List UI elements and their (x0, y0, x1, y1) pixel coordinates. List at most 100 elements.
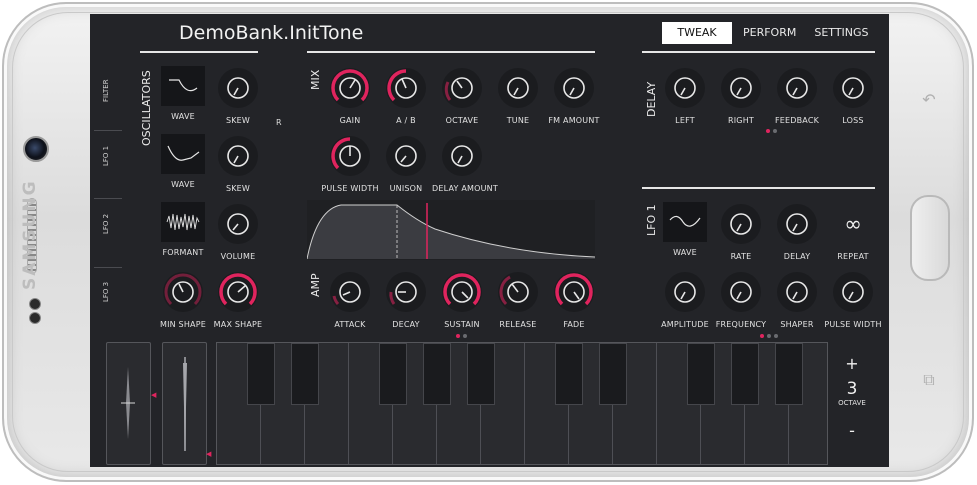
black-key[interactable] (775, 343, 803, 405)
black-key[interactable] (555, 343, 583, 405)
black-key[interactable] (379, 343, 407, 405)
formant-wave-icon (161, 202, 205, 242)
lfo1-delay-knob[interactable]: DELAY (767, 202, 827, 261)
ab-knob[interactable]: A / B (376, 66, 436, 125)
knob-icon (721, 68, 761, 108)
pulse-width-label: PULSE WIDTH (321, 184, 379, 193)
knob-icon (218, 272, 258, 312)
black-key[interactable] (247, 343, 275, 405)
light-sensor (29, 312, 41, 324)
osc2-wave[interactable]: WAVE (153, 134, 213, 189)
page-dot[interactable] (767, 334, 771, 338)
osc1-wave[interactable]: WAVE (153, 66, 213, 121)
fm-amount-label: FM AMOUNT (548, 116, 600, 125)
page-dot[interactable] (766, 129, 770, 133)
lfo1-shaper-knob[interactable]: SHAPER (767, 270, 827, 329)
lfo1-amplitude-knob[interactable]: AMPLITUDE (655, 270, 715, 329)
page-dot[interactable] (773, 129, 777, 133)
pulse-width-knob[interactable]: PULSE WIDTH (320, 134, 380, 193)
delay-page-dots[interactable] (766, 129, 777, 133)
lfo-page-dots[interactable] (760, 334, 778, 338)
black-key[interactable] (467, 343, 495, 405)
knob-icon (330, 68, 370, 108)
knob-icon (498, 272, 538, 312)
attack-knob[interactable]: ATTACK (320, 270, 380, 329)
delay-amount-knob[interactable]: DELAY AMOUNT (432, 134, 498, 193)
gain-knob[interactable]: GAIN (320, 66, 380, 125)
osc1-skew-knob[interactable]: SKEW (208, 66, 268, 125)
app-screen: DemoBank.InitTone TWEAK PERFORM SETTINGS… (90, 14, 889, 467)
side-tab-lfo2[interactable]: LFO 2 (102, 214, 110, 234)
unison-knob[interactable]: UNISON (376, 134, 436, 193)
black-key[interactable] (687, 343, 715, 405)
volume-knob[interactable]: VOLUME (208, 202, 268, 261)
home-button[interactable] (910, 195, 950, 281)
tab-perform[interactable]: PERFORM (734, 22, 805, 44)
mix-rule (307, 51, 595, 53)
octave-up-button[interactable]: + (832, 354, 872, 373)
octave-down-button[interactable]: - (832, 421, 872, 440)
knob-icon (442, 272, 482, 312)
lfo1-pulse-width-knob[interactable]: PULSE WIDTH (823, 270, 883, 329)
min-shape-knob[interactable]: MIN SHAPE (153, 270, 213, 329)
fade-label: FADE (563, 320, 585, 329)
mod-wheel[interactable] (162, 342, 207, 465)
black-key[interactable] (423, 343, 451, 405)
knob-icon (777, 68, 817, 108)
page-dot[interactable] (463, 334, 467, 338)
page-dot[interactable] (774, 334, 778, 338)
loss-knob[interactable]: LOSS (823, 66, 883, 125)
tab-settings[interactable]: SETTINGS (805, 22, 877, 44)
decay-knob[interactable]: DECAY (376, 270, 436, 329)
patch-name[interactable]: DemoBank.InitTone (179, 22, 363, 44)
knob-icon (721, 272, 761, 312)
knob-icon (665, 272, 705, 312)
fm-amount-knob[interactable]: FM AMOUNT (544, 66, 604, 125)
lfo1-repeat-toggle[interactable]: ∞ REPEAT (823, 202, 883, 261)
lfo1-wave[interactable]: WAVE (655, 202, 715, 257)
back-key-icon[interactable]: ↶ (922, 90, 936, 109)
knob-icon (218, 204, 258, 244)
mod-wheel-slider-icon (183, 357, 187, 451)
page-dot[interactable] (760, 334, 764, 338)
black-key[interactable] (291, 343, 319, 405)
lfo1-pulse-width-label: PULSE WIDTH (824, 320, 882, 329)
knob-icon (665, 68, 705, 108)
side-tab-lfo1[interactable]: LFO 1 (102, 146, 110, 166)
gain-label: GAIN (339, 116, 361, 125)
tab-tweak[interactable]: TWEAK (662, 22, 732, 44)
fade-knob[interactable]: FADE (544, 270, 604, 329)
release-knob[interactable]: RELEASE (488, 270, 548, 329)
max-shape-knob[interactable]: MAX SHAPE (208, 270, 268, 329)
min-shape-label: MIN SHAPE (159, 320, 207, 329)
side-tab-lfo3[interactable]: LFO 3 (102, 282, 110, 302)
lfo1-rate-knob[interactable]: RATE (711, 202, 771, 261)
envelope-display[interactable] (307, 200, 595, 260)
side-tab-filter[interactable]: FILTER (102, 79, 110, 102)
tune-knob[interactable]: TUNE (488, 66, 548, 125)
delay-left-knob[interactable]: LEFT (655, 66, 715, 125)
page-dot[interactable] (456, 334, 460, 338)
formant-tile[interactable]: FORMANT (153, 202, 213, 257)
lfo1-frequency-label: FREQUENCY (715, 320, 767, 329)
pitch-wheel[interactable] (106, 342, 151, 465)
feedback-knob[interactable]: FEEDBACK (767, 66, 827, 125)
piano-keyboard[interactable] (216, 342, 828, 465)
lfo1-wave-label: WAVE (673, 248, 697, 257)
knob-icon (554, 68, 594, 108)
recent-apps-icon[interactable]: ⧉ (922, 370, 936, 389)
osc2-skew-knob[interactable]: SKEW (208, 134, 268, 193)
osc2-wave-label: WAVE (171, 180, 195, 189)
black-key[interactable] (731, 343, 759, 405)
lfo1-delay-label: DELAY (783, 252, 811, 261)
osc1-wave-label: WAVE (171, 112, 195, 121)
lfo1-frequency-knob[interactable]: FREQUENCY (711, 270, 771, 329)
unison-label: UNISON (389, 184, 423, 193)
tab-divider (94, 267, 122, 268)
knob-icon (833, 272, 873, 312)
delay-right-knob[interactable]: RIGHT (711, 66, 771, 125)
black-key[interactable] (599, 343, 627, 405)
sustain-knob[interactable]: SUSTAIN (432, 270, 492, 329)
octave-knob[interactable]: OCTAVE (432, 66, 492, 125)
amp-page-dots[interactable] (456, 334, 467, 338)
